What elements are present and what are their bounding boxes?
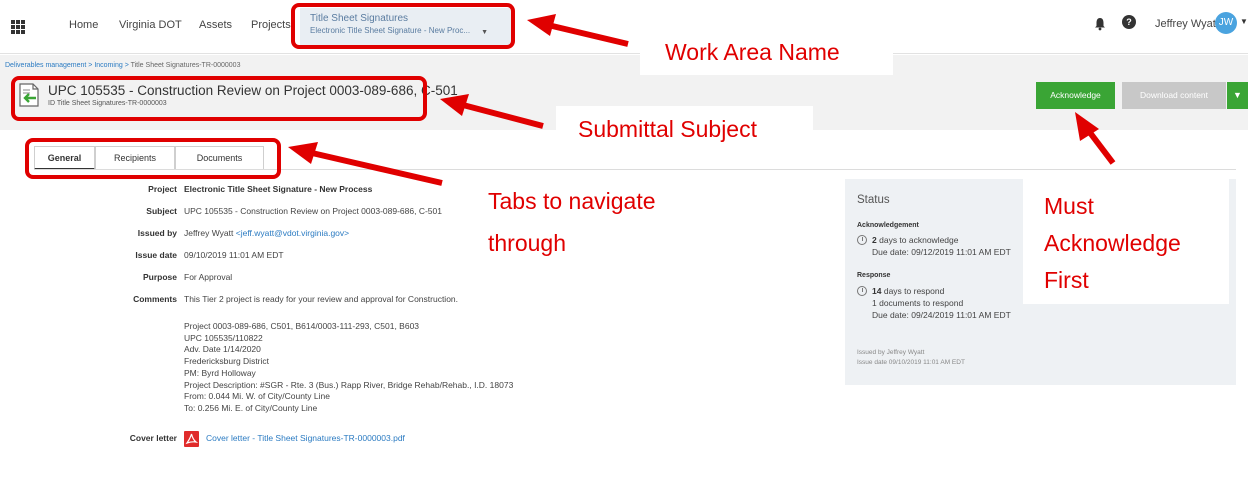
- avatar[interactable]: JW: [1215, 12, 1237, 34]
- arrow-to-acknowledge: [1085, 128, 1116, 165]
- cover-letter-link[interactable]: Cover letter - Title Sheet Signatures-TR…: [206, 433, 405, 443]
- subject-label: Subject: [146, 206, 177, 216]
- clock-icon: [857, 286, 867, 296]
- acknowledge-button[interactable]: Acknowledge: [1036, 82, 1115, 109]
- breadcrumb: Deliverables management > Incoming > Tit…: [5, 62, 240, 69]
- tabs-navigate-callout: Tabs to navigate through: [483, 180, 696, 264]
- ack-days-text: days to acknowledge: [879, 235, 959, 245]
- resp-docs: 1 documents to respond: [872, 298, 964, 308]
- must-callout-line2: Acknowledge: [1044, 230, 1181, 256]
- comment-line: From: 0.044 Mi. W. of City/County Line: [184, 391, 330, 402]
- bell-icon[interactable]: [1094, 17, 1106, 31]
- breadcrumb-incoming-link[interactable]: Incoming: [94, 62, 122, 69]
- breadcrumb-separator: >: [124, 62, 129, 69]
- user-name[interactable]: Jeffrey Wyatt: [1155, 18, 1219, 30]
- issued-by-value: Jeffrey Wyatt <jeff.wyatt@vdot.virginia.…: [184, 228, 349, 238]
- purpose-value: For Approval: [184, 272, 233, 282]
- must-callout-line1: Must: [1044, 193, 1094, 219]
- purpose-label: Purpose: [142, 272, 177, 282]
- comments-label: Comments: [133, 294, 177, 304]
- tabs-highlight-box: [25, 138, 281, 179]
- top-nav-bar: Home Virginia DOT Assets Projects Title …: [0, 0, 1248, 54]
- tabs-callout-line1: Tabs to navigate: [488, 188, 656, 214]
- comment-line: Adv. Date 1/14/2020: [184, 344, 261, 355]
- breadcrumb-current: Title Sheet Signatures-TR-0000003: [130, 62, 241, 69]
- user-menu-chevron-icon[interactable]: ▼: [1240, 17, 1248, 26]
- subject-value: UPC 105535 - Construction Review on Proj…: [184, 206, 442, 216]
- breadcrumb-deliverables-link[interactable]: Deliverables management: [5, 62, 86, 69]
- breadcrumb-separator: >: [88, 62, 93, 69]
- comment-line: To: 0.256 Mi. E. of City/County Line: [184, 402, 318, 413]
- must-acknowledge-callout: Must Acknowledge First: [1023, 178, 1229, 304]
- must-callout-line3: First: [1044, 267, 1089, 293]
- work-area-highlight-box: [291, 3, 515, 49]
- app-launcher-icon[interactable]: [11, 20, 25, 34]
- download-options-chevron-icon[interactable]: ▼: [1227, 82, 1248, 109]
- nav-home-link[interactable]: Home: [69, 19, 98, 31]
- comment-line: Fredericksburg District: [184, 356, 270, 367]
- comments-value: This Tier 2 project is ready for your re…: [184, 294, 459, 304]
- work-area-name-callout: Work Area Name: [640, 35, 893, 75]
- nav-virginia-dot-link[interactable]: Virginia DOT: [119, 19, 182, 31]
- help-icon[interactable]: ?: [1122, 15, 1136, 29]
- subject-highlight-box: [11, 76, 427, 121]
- arrowhead-icon: [288, 142, 318, 164]
- cover-letter-label: Cover letter: [129, 433, 177, 443]
- comment-line: PM: Byrd Holloway: [184, 367, 256, 378]
- nav-projects-link[interactable]: Projects: [251, 19, 291, 31]
- tabs-callout-line2: through: [488, 230, 567, 256]
- project-value: Electronic Title Sheet Signature - New P…: [184, 184, 373, 194]
- ack-days-count: 2: [872, 235, 877, 245]
- project-label: Project: [148, 184, 177, 194]
- issuer-name: Jeffrey Wyatt: [184, 228, 234, 238]
- resp-days-text: days to respond: [883, 286, 945, 296]
- status-issue-date: Issue date 09/10/2019 11:01 AM EDT: [857, 359, 965, 366]
- status-issued-by: Issued by Jeffrey Wyatt: [857, 349, 925, 356]
- issue-date-label: Issue date: [135, 250, 177, 260]
- pdf-icon: [184, 431, 199, 447]
- nav-assets-link[interactable]: Assets: [199, 19, 232, 31]
- issue-date-value: 09/10/2019 11:01 AM EDT: [184, 250, 284, 260]
- clock-icon: [857, 235, 867, 245]
- resp-days: 14 days to respond: [872, 286, 944, 296]
- screenshot: Home Virginia DOT Assets Projects Title …: [0, 0, 1248, 493]
- ack-due-date: Due date: 09/12/2019 11:01 AM EDT: [872, 247, 1011, 257]
- comments-detail-block: Project 0003-089-686, C501, B614/0003-11…: [184, 321, 513, 415]
- response-heading: Response: [857, 272, 891, 279]
- comment-line: UPC 105535/110822: [184, 332, 263, 343]
- status-title: Status: [857, 194, 890, 206]
- download-content-button[interactable]: Download content: [1122, 82, 1226, 109]
- comment-line: Project 0003-089-686, C501, B614/0003-11…: [184, 321, 420, 331]
- arrow-to-tabs: [311, 150, 443, 186]
- acknowledgement-heading: Acknowledgement: [857, 222, 919, 229]
- submittal-subject-callout: Submittal Subject: [556, 106, 813, 154]
- issuer-email-link[interactable]: <jeff.wyatt@vdot.virginia.gov>: [236, 228, 349, 238]
- comment-line: Project Description: #SGR - Rte. 3 (Bus.…: [184, 379, 514, 390]
- ack-days: 2 days to acknowledge: [872, 235, 959, 245]
- issued-by-label: Issued by: [137, 228, 177, 238]
- resp-due-date: Due date: 09/24/2019 11:01 AM EDT: [872, 310, 1011, 320]
- resp-days-count: 14: [872, 286, 882, 296]
